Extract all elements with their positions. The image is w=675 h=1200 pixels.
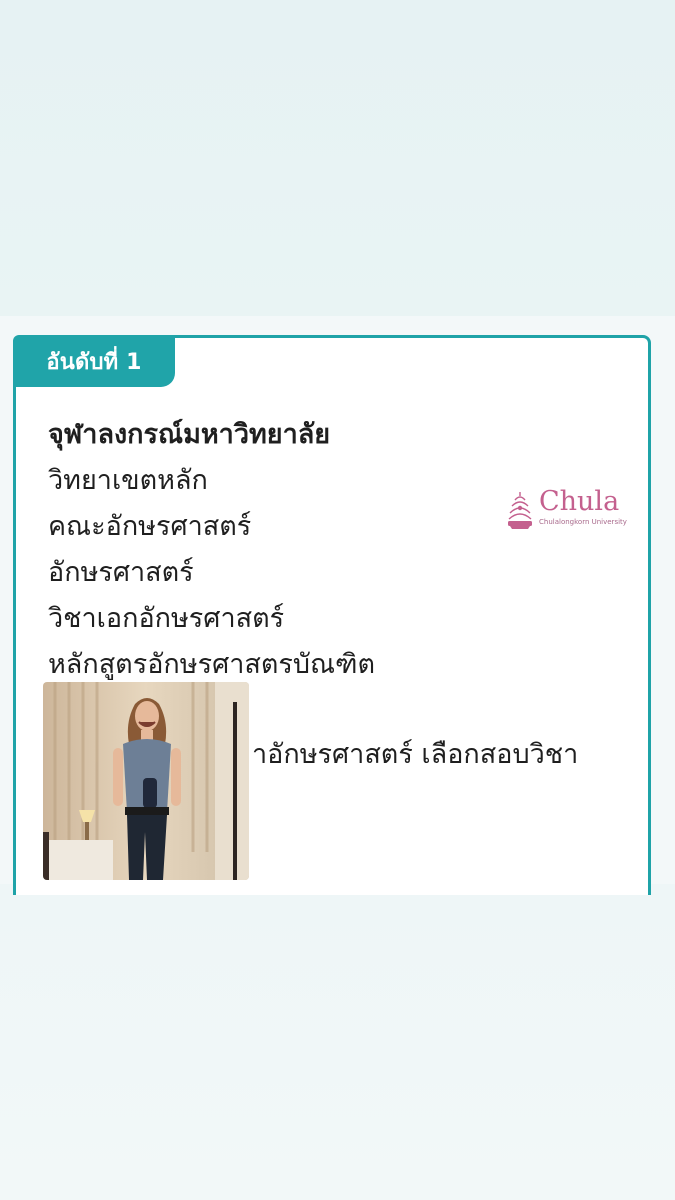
- reaction-photo: [43, 682, 249, 880]
- chula-logo: Chula Chulalongkorn University: [506, 486, 627, 532]
- person-crying-photo: [43, 682, 249, 880]
- rank-label: อันดับที่ 1: [46, 349, 142, 375]
- chula-crest-icon: [508, 492, 532, 529]
- faculty-name: คณะอักษรศาสตร์: [48, 511, 252, 542]
- logo-subtitle: Chulalongkorn University: [539, 518, 627, 526]
- university-name: จุฬาลงกรณ์มหาวิทยาลัย: [48, 419, 331, 450]
- exam-requirement-text: าอักษรศาสตร์ เลือกสอบวิชา: [252, 739, 579, 770]
- bottom-background: [0, 884, 675, 1200]
- program-name: หลักสูตรอักษรศาสตรบัณฑิต: [48, 649, 376, 680]
- field-name: อักษรศาสตร์: [48, 557, 194, 588]
- top-background: [0, 0, 675, 316]
- major-name: วิชาเอกอักษรศาสตร์: [48, 603, 285, 634]
- campus-name: วิทยาเขตหลัก: [48, 465, 208, 496]
- logo-wordmark: Chula: [539, 486, 620, 517]
- rank-tab: อันดับที่ 1: [13, 335, 175, 387]
